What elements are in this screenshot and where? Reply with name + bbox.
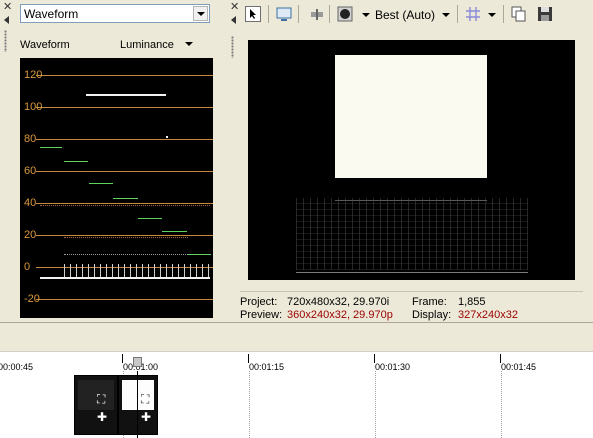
graticule-line [36, 203, 213, 204]
y-tick-label: 0 [24, 261, 31, 273]
playhead-handle[interactable] [133, 357, 142, 367]
video-clip-event[interactable]: ⛶ ✚ [118, 375, 158, 435]
grid-line [249, 371, 250, 438]
y-tick-label: 20 [24, 229, 37, 241]
display-label: Display: [412, 309, 452, 321]
y-tick-label: 100 [24, 101, 43, 113]
preview-label: Preview: [240, 309, 283, 321]
dotted-trace [64, 254, 188, 256]
frame-value: 1,855 [458, 296, 486, 308]
chevron-down-icon[interactable] [362, 13, 370, 17]
preview-grid-pattern [296, 198, 528, 270]
crop-icon[interactable]: ⛶ [141, 392, 149, 407]
chevron-down-icon[interactable] [442, 13, 450, 17]
chevron-down-icon[interactable] [193, 6, 208, 21]
monitor-icon[interactable] [276, 6, 292, 22]
y-tick-label: 80 [24, 133, 37, 145]
green-trace [187, 254, 211, 255]
divider [240, 291, 583, 292]
timeline-ruler[interactable]: 00:00:45 00:01:00 00:01:15 00:01:30 00:0… [0, 351, 593, 372]
preview-line [296, 272, 528, 273]
save-snapshot-icon[interactable] [537, 6, 553, 22]
toolbar-separator [268, 5, 269, 23]
toolbar-separator [298, 5, 299, 23]
crop-icon[interactable]: ⛶ [97, 392, 105, 407]
scope-channel-label: Luminance [120, 39, 174, 51]
clip-thumbnail [78, 380, 114, 410]
green-trace [64, 161, 88, 162]
green-trace [40, 147, 62, 148]
noise-trace [64, 264, 213, 278]
event-fx-icon[interactable]: ✚ [97, 410, 107, 424]
dotted-trace [40, 205, 210, 207]
white-trace [40, 277, 210, 279]
y-tick-label: -20 [24, 293, 40, 305]
preview-white-rectangle [335, 55, 487, 178]
graticule-line [36, 171, 213, 172]
graticule-line [36, 107, 213, 108]
chevron-down-icon[interactable] [488, 13, 496, 17]
graticule-line [36, 235, 213, 236]
graticule-line [36, 299, 213, 300]
scope-channel-menu[interactable]: Luminance [120, 39, 193, 51]
copy-snapshot-icon[interactable] [511, 6, 527, 22]
scope-type-select[interactable]: Waveform [20, 4, 210, 23]
grid-line [375, 371, 376, 438]
grid-line [501, 371, 502, 438]
graticule-line [36, 75, 213, 76]
green-trace [113, 198, 138, 199]
close-icon[interactable]: ✕ [230, 2, 239, 13]
preview-value: 360x240x32, 29.970p [287, 309, 393, 321]
y-tick-label: 60 [24, 165, 37, 177]
green-trace [89, 183, 113, 184]
preview-panel-handle[interactable]: ✕ [227, 0, 241, 322]
close-icon[interactable]: ✕ [3, 2, 12, 13]
preview-quality-menu[interactable]: Best (Auto) [375, 8, 435, 22]
green-trace [138, 218, 162, 219]
playhead-line [137, 371, 138, 438]
scope-title: Waveform [20, 39, 70, 51]
y-tick-label: 40 [24, 197, 37, 209]
green-trace [162, 231, 187, 232]
overlay-icon[interactable] [337, 6, 353, 22]
y-tick-label: 120 [24, 69, 43, 81]
split-screen-icon[interactable] [309, 6, 325, 22]
scope-type-value: Waveform [24, 7, 79, 21]
grip-icon[interactable] [4, 30, 7, 52]
toolbar-separator [329, 5, 330, 23]
scope-panel-handle[interactable]: ✕ [0, 0, 14, 322]
graticule-line [36, 139, 213, 140]
project-value: 720x480x32, 29.970i [287, 296, 390, 308]
video-clip-event[interactable]: ⛶ ✚ [74, 375, 118, 435]
toolbar-separator [457, 5, 458, 23]
video-track[interactable]: ⛶ ✚ ⛶ ✚ [0, 371, 593, 438]
collapse-icon[interactable] [231, 16, 236, 24]
white-trace [86, 94, 166, 96]
video-preview[interactable] [248, 40, 575, 280]
dotted-trace [64, 237, 188, 239]
cursor-icon[interactable] [245, 6, 261, 22]
event-fx-icon[interactable]: ✚ [141, 410, 151, 424]
collapse-icon[interactable] [4, 16, 9, 24]
grid-icon[interactable] [465, 6, 481, 22]
panel-divider [0, 322, 593, 323]
chevron-down-icon [184, 42, 193, 46]
frame-label: Frame: [412, 296, 447, 308]
white-dot [166, 136, 168, 138]
toolbar-separator [503, 5, 504, 23]
project-label: Project: [240, 296, 278, 308]
display-value: 327x240x32 [458, 309, 518, 321]
waveform-scope: 120 100 80 60 40 20 0 -20 [20, 58, 213, 318]
grip-icon[interactable] [231, 36, 234, 58]
